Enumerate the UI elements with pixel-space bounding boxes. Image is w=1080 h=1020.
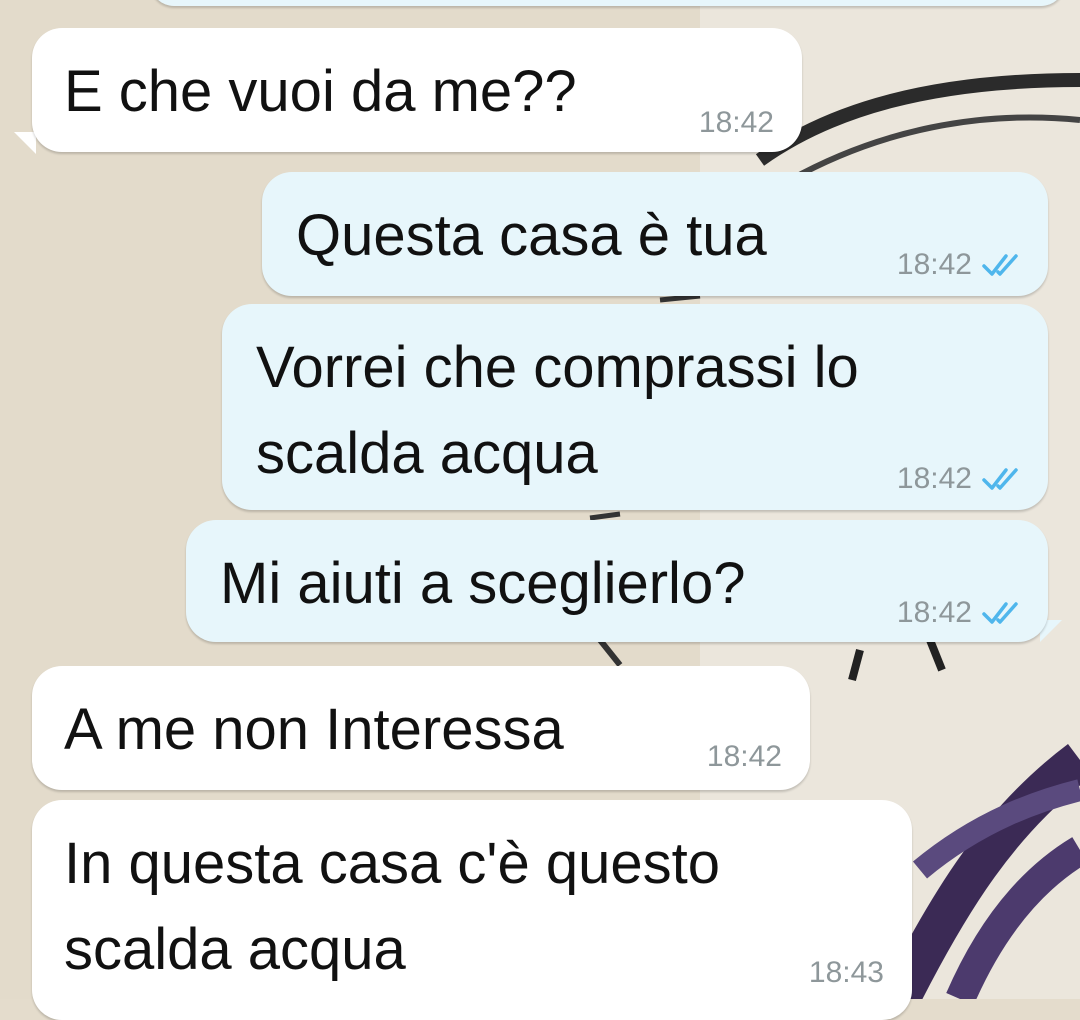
double-check-icon xyxy=(982,254,1018,276)
message-meta: 18:42 xyxy=(897,596,1026,630)
bubble-tail xyxy=(14,132,36,154)
partial-message-bubble[interactable] xyxy=(150,0,1065,6)
message-timestamp: 18:42 xyxy=(706,740,782,773)
double-check-icon xyxy=(982,602,1018,624)
message-timestamp: 18:42 xyxy=(896,596,972,629)
message-meta: 18:42 xyxy=(897,462,1026,496)
message-text: A me non Interessa xyxy=(64,697,564,762)
message-timestamp: 18:42 xyxy=(896,248,972,281)
message-meta: 18:42 xyxy=(897,248,1026,282)
message-text-line: scalda acqua xyxy=(256,421,598,486)
message-text: Questa casa è tua xyxy=(296,203,767,268)
message-text-line: In questa casa c'è questo xyxy=(64,831,720,896)
message-timestamp: 18:42 xyxy=(698,106,774,139)
message-bubble-outgoing[interactable]: Questa casa è tua 18:42 xyxy=(262,172,1048,296)
message-bubble-incoming[interactable]: A me non Interessa 18:42 xyxy=(32,666,810,790)
message-meta: 18:42 xyxy=(699,106,774,140)
message-text: Mi aiuti a sceglierlo? xyxy=(220,551,746,616)
message-text: E che vuoi da me?? xyxy=(64,59,577,124)
message-meta: 18:42 xyxy=(707,740,782,774)
message-text-line: scalda acqua xyxy=(64,917,406,982)
message-meta: 18:43 xyxy=(809,956,884,990)
message-timestamp: 18:43 xyxy=(808,956,884,989)
message-bubble-incoming[interactable]: In questa casa c'è questo scalda acqua 1… xyxy=(32,800,912,1020)
message-bubble-incoming[interactable]: E che vuoi da me?? 18:42 xyxy=(32,28,802,152)
message-bubble-outgoing[interactable]: Mi aiuti a sceglierlo? 18:42 xyxy=(186,520,1048,642)
message-bubble-outgoing[interactable]: Vorrei che comprassi lo scalda acqua 18:… xyxy=(222,304,1048,510)
message-text-line: Vorrei che comprassi lo xyxy=(256,335,859,400)
double-check-icon xyxy=(982,468,1018,490)
message-timestamp: 18:42 xyxy=(896,462,972,495)
chat-conversation: E che vuoi da me?? 18:42 Questa casa è t… xyxy=(0,0,1080,1020)
